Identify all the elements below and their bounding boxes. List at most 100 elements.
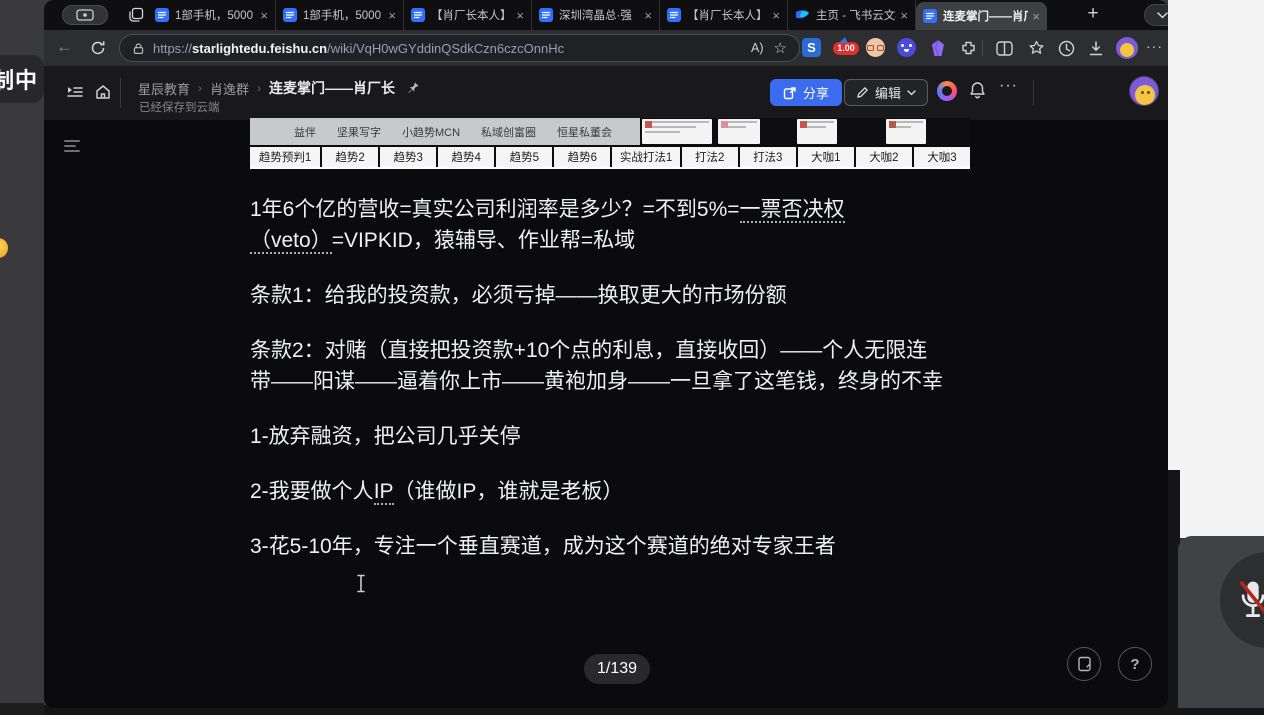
extension-dark-face-icon[interactable] [897,38,916,57]
doc-line: 条款1：给我的投资款，必须亏掉——换取更大的市场份额 [250,280,974,311]
recording-label: 录制中 [0,63,38,95]
tab-close-icon[interactable]: × [1032,10,1040,23]
chevron-down-icon [907,90,916,96]
extension-price-badge[interactable]: 1.00 [833,42,859,55]
monitor-icon [76,9,94,22]
doc-outline-icon[interactable] [64,140,80,152]
collections-star-icon[interactable] [1026,38,1046,58]
browser-tab[interactable]: 深圳湾晶总·强 × [532,0,660,30]
doc-paragraph: 条款1：给我的投资款，必须亏掉——换取更大的市场份额 [250,280,974,311]
history-icon[interactable] [1056,38,1076,58]
browser-tab[interactable]: 连麦掌门——肖厂× [916,2,1047,30]
more-options-icon[interactable]: ··· [999,77,1018,95]
banner-tab-cell[interactable]: 趋势3 [380,147,436,167]
tab-label: 1部手机，5000 [175,7,256,23]
banner-tab-cell[interactable]: 趋势预判1 [250,147,320,167]
browser-tab[interactable]: 1部手机，5000× [276,0,404,30]
tab-close-icon[interactable]: × [644,9,652,22]
doc-body: 1年6个亿的营收=真实公司利润率是多少？=不到5%=一票否决权（veto）=VI… [250,194,974,586]
mic-muted-icon [1236,578,1264,622]
share-label: 分享 [803,83,829,102]
mic-muted-button[interactable] [1220,552,1264,648]
banner-tab-cell[interactable]: 打法3 [740,147,796,167]
edit-button[interactable]: 编辑 [844,79,928,106]
browser-window: 1部手机，5000×1部手机，5000×【肖厂长本人】×深圳湾晶总·强×【肖厂长… [44,0,1168,708]
banner-tab-cell[interactable]: 大咖1 [798,147,854,167]
home-icon[interactable] [94,83,112,106]
banner-tab-cell[interactable]: 趋势4 [438,147,494,167]
extensions-puzzle-icon[interactable] [958,38,978,58]
breadcrumb-item[interactable]: 星辰教育 [138,79,190,98]
favorite-star-icon[interactable]: ☆ [774,39,787,57]
banner-tab-cell[interactable]: 趋势6 [554,147,610,167]
pin-icon[interactable] [407,81,420,95]
browser-nav-bar: ← https://starlightedu.feishu.cn/wiki/Vq… [44,30,1168,66]
split-screen-icon[interactable] [994,38,1014,58]
status-ring-icon[interactable] [937,81,957,101]
banner-tab-cell[interactable]: 趋势2 [322,147,378,167]
sidebar-toggle-icon[interactable] [66,84,84,105]
feishu-doc-icon [539,8,553,22]
address-bar[interactable]: https://starlightedu.feishu.cn/wiki/VqH0… [119,34,800,62]
extension-glasses-face-icon[interactable] [866,38,885,57]
read-aloud-icon[interactable]: A) [751,41,764,55]
tab-close-icon[interactable]: × [260,9,268,22]
banner-tab-cell[interactable]: 实战打法1 [612,147,679,167]
doc-text: 1-放弃融资，把公司几乎关停 [250,425,521,448]
header-divider [120,78,121,108]
notifications-bell-icon[interactable] [969,81,986,104]
banner-label: 益伴 [294,124,316,140]
banner-card-thumbnail [718,119,760,144]
new-tab-button[interactable]: + [1080,1,1106,27]
feishu-header: 星辰教育 › 肖逸群 › 连麦掌门——肖厂长 已经保存到云端 分享 [44,66,1168,120]
banner-card-thumbnail [886,119,926,144]
doc-text: 条款1：给我的投资款，必须亏掉——换取更大的市场份额 [250,284,787,307]
banner-tab-cell[interactable]: 大咖3 [914,147,970,167]
browser-profile-avatar[interactable] [1116,37,1138,59]
tab-close-icon[interactable]: × [772,9,780,22]
tab-close-icon[interactable]: × [516,9,524,22]
banner-tab-cell[interactable]: 大咖2 [856,147,912,167]
page-indicator: 1/139 [584,654,650,684]
floating-avatar-dot[interactable] [0,238,8,258]
doc-text: 带——阳谋——逼着你上市——黄袍加身——一旦拿了这笔钱，终身的不幸 [250,370,943,393]
tab-label: 深圳湾晶总·强 [559,7,640,23]
browser-tab[interactable]: 主页 - 飞书云文档× [788,0,916,30]
feishu-doc-icon [155,8,169,22]
extension-obsidian-icon[interactable] [928,38,948,58]
screen-share-pill[interactable] [62,5,108,25]
doc-paragraph: 1-放弃融资，把公司几乎关停 [250,421,974,452]
browser-tab-bar: 1部手机，5000×1部手机，5000×【肖厂长本人】×深圳湾晶总·强×【肖厂长… [44,0,1168,30]
help-button[interactable]: ? [1118,647,1152,681]
refresh-button[interactable] [90,40,106,61]
pencil-icon [856,86,869,99]
question-icon: ? [1130,656,1139,673]
breadcrumb-separator: › [198,81,202,95]
notes-button[interactable] [1067,647,1101,681]
downloads-icon[interactable] [1086,38,1106,58]
lock-icon[interactable] [132,42,145,55]
breadcrumb-item[interactable]: 肖逸群 [210,79,249,98]
browser-tab[interactable]: 1部手机，5000 × [148,0,276,30]
text-cursor-icon [356,574,366,598]
browser-tab[interactable]: 【肖厂长本人】× [660,0,788,30]
browser-tab[interactable]: 【肖厂长本人】× [404,0,532,30]
browser-menu-icon[interactable]: ··· [1146,38,1163,54]
tab-collections-icon[interactable] [128,7,144,28]
user-avatar[interactable] [1129,76,1159,106]
share-button[interactable]: 分享 [770,79,842,106]
tab-close-icon[interactable]: × [388,9,396,22]
tab-close-icon[interactable]: × [900,9,908,22]
extension-s-icon[interactable]: S [802,38,821,57]
feishu-doc-icon [667,8,681,22]
tab-list-dropdown[interactable] [1144,4,1168,26]
doc-paragraph: 1年6个亿的营收=真实公司利润率是多少？=不到5%=一票否决权（veto）=VI… [250,194,974,256]
banner-tab-cell[interactable]: 趋势5 [496,147,552,167]
recording-indicator[interactable]: 录制中 [0,55,44,103]
banner-tab-cell[interactable]: 打法2 [682,147,738,167]
url-scheme: https:// [153,41,192,56]
banner-label: 坚果写字 [337,124,381,140]
doc-text: 1年6个亿的营收=真实公司利润率是多少？=不到5%= [250,198,740,221]
back-button[interactable]: ← [56,37,73,57]
doc-banner-image[interactable]: 益伴坚果写字小趋势MCN私域创富圈恒星私董会 趋势预判1趋势2趋势3趋势4趋势5… [250,118,970,171]
